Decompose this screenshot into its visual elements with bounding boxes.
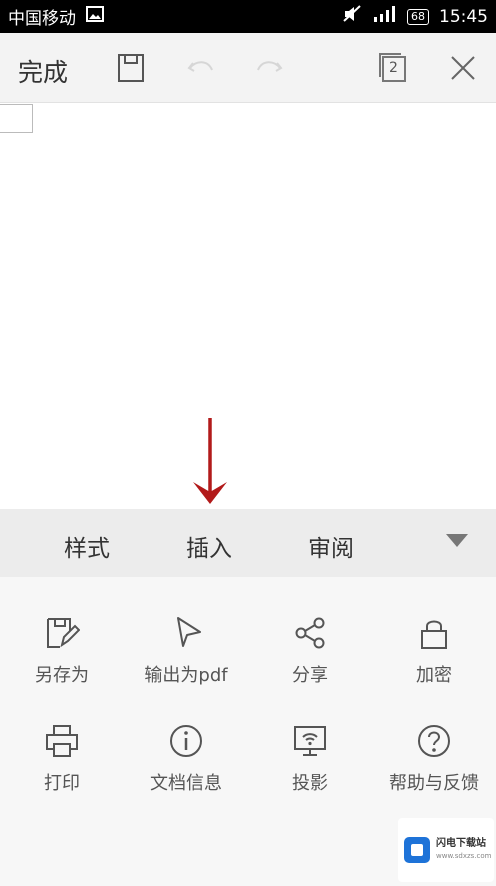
close-icon[interactable] — [446, 51, 480, 85]
print-button[interactable]: 打印 — [0, 723, 124, 795]
page-count-icon[interactable]: 2 — [376, 51, 410, 85]
site-watermark: 闪电下载站 www.sdxzs.com — [398, 818, 494, 882]
share-button[interactable]: 分享 — [248, 615, 372, 687]
export-pdf-button[interactable]: 输出为pdf — [124, 615, 248, 687]
help-feedback-label: 帮助与反馈 — [389, 773, 479, 794]
status-bar: 中国移动 68 15:45 — [0, 0, 496, 33]
done-button[interactable]: 完成 — [18, 53, 68, 89]
share-label: 分享 — [292, 665, 328, 686]
save-as-icon — [47, 618, 80, 648]
lock-icon — [421, 620, 447, 649]
image-icon — [86, 6, 104, 27]
doc-info-label: 文档信息 — [150, 773, 222, 794]
top-toolbar: 完成 2 — [0, 33, 496, 103]
watermark-text: 闪电下载站 www.sdxzs.com — [436, 838, 492, 862]
projection-button[interactable]: 投影 — [248, 723, 372, 795]
projection-label: 投影 — [292, 773, 328, 794]
watermark-logo-icon — [404, 837, 430, 863]
tab-insert[interactable]: 插入 — [186, 529, 232, 563]
print-label: 打印 — [44, 773, 80, 794]
tab-review[interactable]: 审阅 — [308, 529, 354, 563]
ribbon-tabs: 样式 插入 审阅 — [0, 509, 496, 577]
signal-icon — [373, 6, 397, 27]
doc-info-button[interactable]: 文档信息 — [124, 723, 248, 795]
encrypt-label: 加密 — [416, 665, 452, 686]
save-icon[interactable] — [114, 51, 148, 85]
document-canvas[interactable] — [0, 104, 496, 509]
caret-down-icon[interactable] — [446, 534, 468, 547]
help-icon — [418, 725, 450, 757]
red-arrow-annotation — [193, 418, 227, 504]
projection-icon — [294, 726, 326, 756]
battery-icon: 68 — [407, 8, 429, 25]
save-as-label: 另存为 — [35, 665, 89, 686]
mute-icon — [341, 5, 363, 28]
tab-style[interactable]: 样式 — [64, 529, 110, 563]
encrypt-button[interactable]: 加密 — [372, 615, 496, 687]
carrier-name: 中国移动 — [8, 9, 76, 29]
printer-icon — [46, 725, 78, 757]
share-icon — [295, 617, 325, 649]
watermark-url: www.sdxzs.com — [436, 852, 492, 860]
redo-icon[interactable] — [252, 51, 286, 85]
export-pdf-icon — [177, 617, 201, 647]
text-cursor-box — [0, 104, 33, 133]
save-as-button[interactable]: 另存为 — [0, 615, 124, 687]
export-pdf-label: 输出为pdf — [144, 665, 228, 686]
status-right: 68 15:45 — [341, 5, 488, 28]
clock: 15:45 — [439, 6, 488, 27]
watermark-title: 闪电下载站 — [436, 838, 486, 849]
help-feedback-button[interactable]: 帮助与反馈 — [372, 723, 496, 795]
undo-icon[interactable] — [184, 51, 218, 85]
info-icon — [170, 725, 202, 757]
page-count: 2 — [389, 60, 398, 76]
